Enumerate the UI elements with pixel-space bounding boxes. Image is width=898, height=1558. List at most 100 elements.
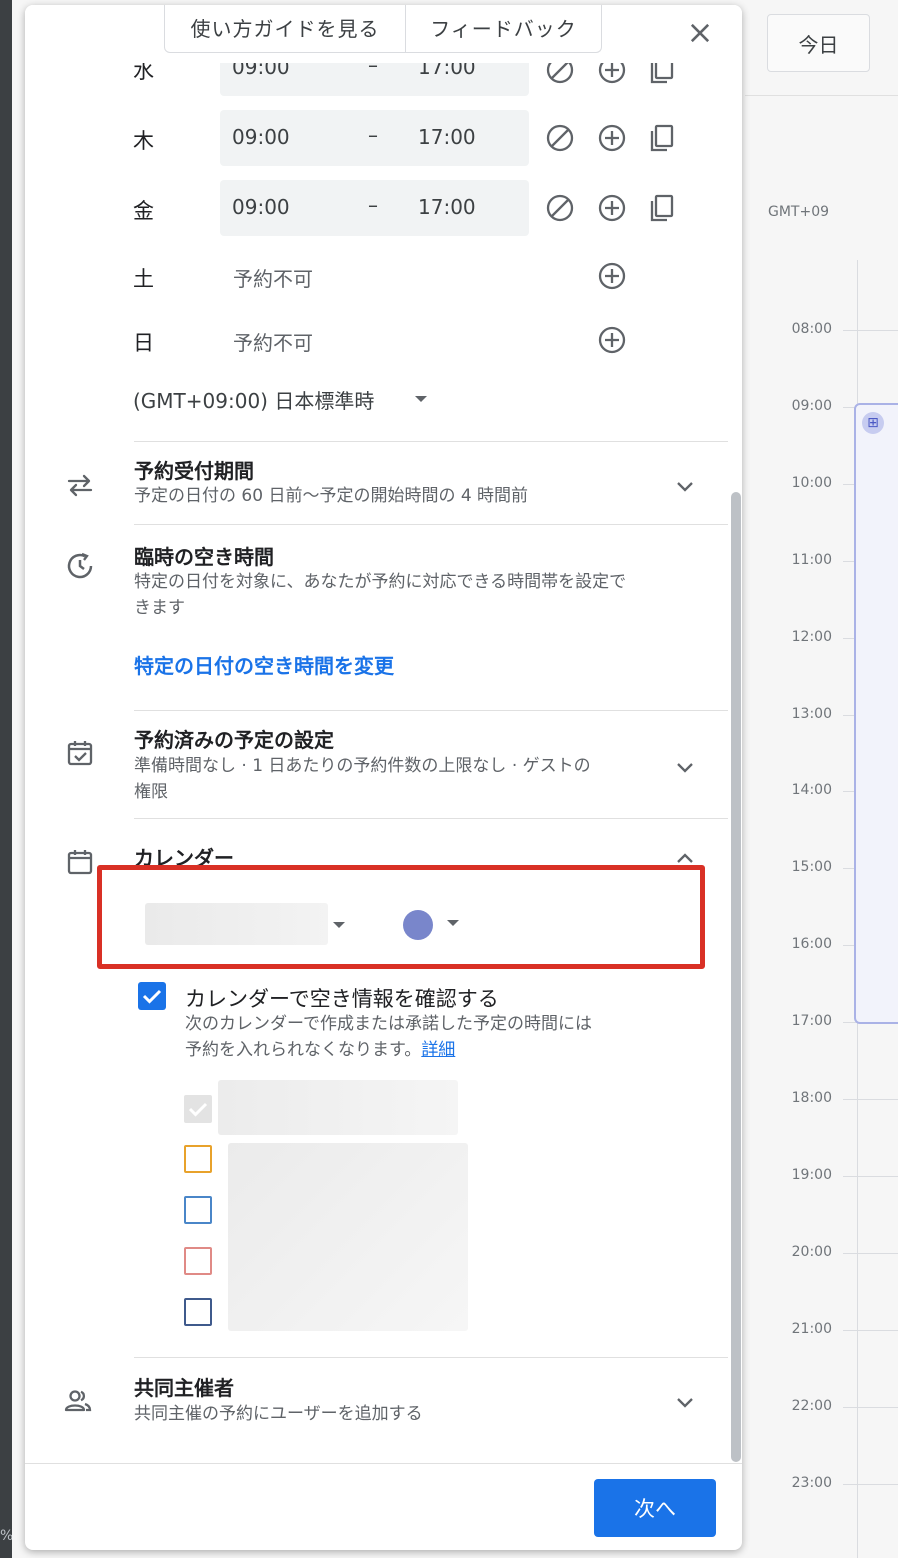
hour-gridline <box>843 1175 898 1177</box>
day-label-fri: 金 <box>133 199 154 223</box>
chevron-down-icon[interactable] <box>673 1390 697 1414</box>
calendar-name <box>218 1080 458 1135</box>
description-text: 予約を入れられなくなります。 <box>185 1040 422 1060</box>
booked-settings-subtitle-line2: 権限 <box>134 782 168 802</box>
hour-gridline <box>843 1406 898 1408</box>
left-edge-strip <box>0 0 12 1558</box>
range-dash: – <box>368 193 378 217</box>
booked-settings-subtitle-line1: 準備時間なし · 1 日あたりの予約件数の上限なし · ゲストの <box>134 756 591 776</box>
start-time[interactable]: 09:00 <box>232 195 290 219</box>
section-divider <box>134 710 728 711</box>
end-time[interactable]: 17:00 <box>418 125 476 149</box>
hour-row: 20:00 <box>770 1244 898 1264</box>
section-divider <box>134 441 728 442</box>
time-range-thu[interactable]: 09:00 – 17:00 <box>220 110 529 166</box>
feedback-button[interactable]: フィードバック <box>406 5 601 52</box>
timezone-label: GMT+09 <box>768 204 830 220</box>
description-line1: 次のカレンダーで作成または承諾した予定の時間には <box>185 1014 592 1034</box>
time-range-fri[interactable]: 09:00 – 17:00 <box>220 180 529 236</box>
scrollbar-thumb[interactable] <box>731 492 741 1462</box>
hour-label: 15:00 <box>791 859 832 876</box>
calendar-checkbox[interactable] <box>184 1298 212 1326</box>
day-label-sun: 日 <box>133 331 154 355</box>
co-hosts-title: 共同主催者 <box>134 1376 234 1400</box>
hour-label: 20:00 <box>791 1243 832 1260</box>
section-divider <box>134 1357 728 1358</box>
day-label-sat: 土 <box>133 267 154 291</box>
hour-label: 09:00 <box>791 397 832 414</box>
hour-gridline <box>843 1483 898 1485</box>
grid-icon: ⊞ <box>862 412 884 434</box>
today-button[interactable]: 今日 <box>767 14 870 72</box>
add-icon[interactable] <box>597 123 627 153</box>
check-availability-label: カレンダーで空き情報を確認する <box>185 987 499 1011</box>
calendar-icon <box>67 850 93 875</box>
hour-row: 22:00 <box>770 1398 898 1418</box>
check-availability-checkbox[interactable] <box>138 982 166 1010</box>
hour-label: 18:00 <box>791 1090 832 1106</box>
chevron-down-icon[interactable] <box>673 474 697 498</box>
description-line2: 予約を入れられなくなります。詳細 <box>185 1037 685 1063</box>
hour-label: 23:00 <box>791 1474 832 1491</box>
calendar-checkbox[interactable] <box>184 1145 212 1173</box>
adjusted-availability-subtitle-line2: きます <box>134 598 185 618</box>
booked-settings-title: 予約済みの予定の設定 <box>134 728 334 752</box>
people-icon <box>64 1390 92 1412</box>
hour-row: 19:00 <box>770 1167 898 1187</box>
hour-label: 11:00 <box>791 551 832 568</box>
hour-label: 21:00 <box>791 1320 832 1337</box>
add-icon[interactable] <box>597 325 627 355</box>
hour-gridline <box>843 330 898 331</box>
check-availability-description: 次のカレンダーで作成または承諾した予定の時間には 予約を入れられなくなります。詳… <box>185 1011 685 1063</box>
change-dates-link[interactable]: 特定の日付の空き時間を変更 <box>134 650 394 679</box>
checkmark-icon <box>142 989 162 1004</box>
dropdown-arrow-icon[interactable] <box>415 396 427 402</box>
unavailable-label: 予約不可 <box>233 267 313 291</box>
adjusted-availability-title: 臨時の空き時間 <box>134 545 274 569</box>
hour-label: 16:00 <box>791 936 832 953</box>
hour-row: 08:00 <box>770 321 898 341</box>
hour-label: 17:00 <box>791 1013 832 1030</box>
checkmark-icon <box>188 1102 208 1117</box>
add-icon[interactable] <box>597 193 627 223</box>
guide-button[interactable]: 使い方ガイドを見る <box>165 5 406 52</box>
help-button-group: 使い方ガイドを見る フィードバック <box>164 5 602 53</box>
end-time[interactable]: 17:00 <box>418 195 476 219</box>
availability-event-block[interactable] <box>854 403 898 1024</box>
hour-label: 10:00 <box>791 474 832 491</box>
close-icon[interactable] <box>686 19 714 47</box>
disabled-calendar-checkbox <box>184 1095 212 1123</box>
hour-row: 23:00 <box>770 1475 898 1495</box>
hour-label: 13:00 <box>791 705 832 722</box>
hour-label: 08:00 <box>791 321 832 337</box>
header-divider <box>745 95 898 96</box>
settings-panel: 使い方ガイドを見る フィードバック 水 09:00 – 17:00 木 09:0… <box>25 5 742 1550</box>
co-hosts-subtitle: 共同主催の予約にユーザーを追加する <box>134 1404 423 1424</box>
section-divider <box>134 524 728 525</box>
block-icon[interactable] <box>545 123 575 153</box>
calendar-names <box>228 1143 468 1331</box>
hour-label: 22:00 <box>791 1397 832 1414</box>
annotation-highlight-box <box>97 865 705 969</box>
hour-gridline <box>843 1329 898 1331</box>
range-dash: – <box>368 123 378 147</box>
hour-row: 18:00 <box>770 1090 898 1110</box>
adjusted-availability-subtitle-line1: 特定の日付を対象に、あなたが予約に対応できる時間帯を設定で <box>134 572 627 592</box>
block-icon[interactable] <box>545 193 575 223</box>
calendar-checkbox[interactable] <box>184 1247 212 1275</box>
calendar-checkbox[interactable] <box>184 1196 212 1224</box>
start-time[interactable]: 09:00 <box>232 125 290 149</box>
chevron-down-icon[interactable] <box>673 755 697 779</box>
copy-icon[interactable] <box>647 123 677 153</box>
details-link[interactable]: 詳細 <box>421 1040 455 1060</box>
add-icon[interactable] <box>597 261 627 291</box>
section-divider <box>134 818 728 819</box>
swap-arrows-icon <box>67 474 93 497</box>
hour-gridline <box>843 1252 898 1254</box>
hour-label: 19:00 <box>791 1166 832 1183</box>
next-button[interactable]: 次へ <box>594 1479 716 1537</box>
copy-icon[interactable] <box>647 193 677 223</box>
footer-divider <box>25 1463 742 1464</box>
timezone-select[interactable]: (GMT+09:00) 日本標準時 <box>133 385 374 414</box>
day-label-thu: 木 <box>133 129 154 153</box>
